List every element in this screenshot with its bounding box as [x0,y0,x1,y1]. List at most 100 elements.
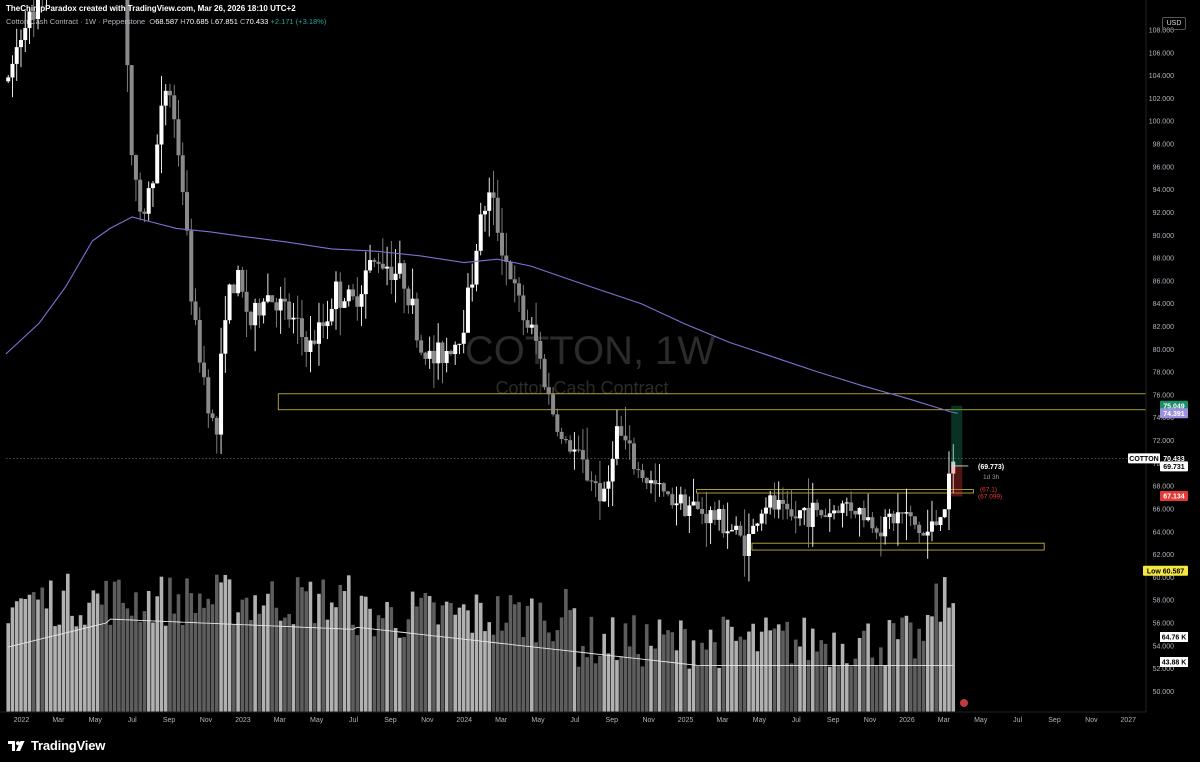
x-tick-label: Nov [1085,717,1098,724]
level-tag: 69.731 [1163,464,1185,471]
volume-bar [559,617,564,712]
x-tick-label: Sep [1048,717,1061,724]
volume-bar [495,596,500,712]
candle-body [129,65,134,156]
candle-body [508,261,513,280]
x-tick-label: Nov [421,717,434,724]
candle-body [568,440,573,452]
candle-body [14,47,19,64]
candle-body [355,296,360,307]
candle-body [270,295,275,303]
candle-body [751,525,756,535]
open-value: 68.587 [155,17,179,26]
volume-bar [534,642,538,712]
candle-body [487,192,492,211]
volume-bar [785,621,790,712]
volume-bar [704,649,709,712]
candle-body [755,523,760,526]
candle-body [717,508,722,520]
volume-bar [593,663,598,712]
stop-label-1: (67.1) [980,486,997,493]
footer-bar: TradingView [0,730,1200,762]
candle-body [759,513,764,524]
y-tick-label: 64.000 [1153,529,1175,536]
volume-bar [921,640,926,712]
volume-bar [547,632,551,712]
volume-bar [342,591,347,712]
candle-body [619,426,624,436]
volume-bar [568,610,572,712]
candle-body [419,340,424,353]
candle-body [363,270,368,295]
volume-bar [398,637,402,712]
candle-body [929,521,934,532]
price-chart[interactable]: COTTON, 1W Cotton Cash Contract (69.773) 1d… [0,0,1200,762]
volume-bar [776,624,781,712]
volume-bar [227,579,232,712]
x-tick-label: Mar [274,717,287,724]
currency-button[interactable]: USD [1162,17,1186,30]
y-tick-label: 66.000 [1153,506,1175,513]
candle-body [874,528,879,533]
candle-body [593,481,598,484]
volume-bar [589,616,594,712]
volume-bar [389,607,394,712]
candle-body [738,525,743,536]
volume-bar [351,624,355,712]
volume-bar [789,663,794,712]
candle-body [661,483,666,492]
candle-body [329,309,334,322]
volume-bar [853,658,858,712]
candle-body [666,491,671,495]
symbol-legend: Cotton Cash Contract · 1W · Pepperstone … [6,17,327,26]
candle-body [402,263,407,289]
candle-body [887,513,892,517]
volume-bar [172,613,177,712]
volume-bar [176,594,181,712]
volume-bar [900,617,904,712]
volume-bar [474,594,479,712]
tradingview-logo[interactable]: TradingView [8,738,105,753]
low-value: 67.851 [214,17,238,26]
volume-bar [146,591,151,712]
candle-body [427,350,432,359]
y-tick-label: 98.000 [1153,142,1175,149]
volume-bar [249,620,253,712]
volume-bar [619,656,624,712]
x-tick-label: Sep [606,717,619,724]
candle-body [895,512,900,524]
volume-bar [215,574,219,712]
x-tick-label: 2026 [899,717,915,724]
instrument-name: Cotton Cash Contract · 1W · Pepperstone [6,17,146,26]
volume-bar [747,631,751,712]
candle-body [538,340,543,359]
candle-body [236,270,241,294]
volume-bar [521,636,526,712]
candle-body [231,284,236,294]
x-tick-label: Sep [827,717,840,724]
volume-bar [219,582,223,712]
candle-body [602,488,607,502]
volume-bar [487,622,492,712]
candle-body [376,261,381,264]
volume-bar [696,665,700,712]
volume-bar [576,666,581,712]
volume-bar [802,617,807,712]
candle-body [142,211,147,214]
volume-bar [904,615,909,712]
volume-bar [764,617,768,712]
candle-body [316,322,321,344]
x-tick-label: Mar [52,717,65,724]
candle-body [474,250,479,285]
stop-zone [951,465,963,497]
candle-body [495,197,500,233]
candle-body [623,435,628,441]
volume-bar [461,604,466,712]
volume-bar [312,623,317,712]
volume-bar [138,621,142,712]
volume-bar [581,645,585,712]
volume-bar [938,621,943,712]
volume-bar [193,613,198,712]
candle-body [167,90,172,96]
y-tick-label: 50.000 [1153,689,1175,696]
